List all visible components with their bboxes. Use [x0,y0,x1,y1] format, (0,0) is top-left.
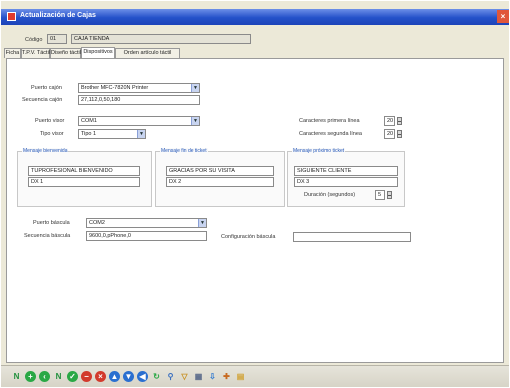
folder-icon[interactable]: ▤ [235,371,246,382]
new-record-icon[interactable]: + [25,371,36,382]
previous-record-icon[interactable]: ‹ [39,371,50,382]
chars-line2-field[interactable]: 20 [384,129,395,139]
first-record-icon[interactable]: N [11,371,22,382]
app-icon [7,12,16,21]
chars-line1-label: Caracteres primera línea [299,118,360,124]
chars-line2-stepper[interactable] [397,130,402,138]
drawer-port-value: Brother MFC-7820N Printer [81,85,149,91]
tab-tpv-tactil[interactable]: T.P.V. Táctil [21,48,50,58]
tab-ficha[interactable]: Ficha [4,48,21,58]
chevron-down-icon[interactable]: ▼ [198,219,206,227]
duration-field[interactable]: 5 [375,190,385,200]
scale-sequence-label: Secuencia báscula [24,233,71,239]
devices-panel: Puerto cajón Brother MFC-7820N Printer ▼… [6,58,504,363]
welcome-message-title: Mensaje bienvenida [22,148,69,154]
close-button[interactable]: × [497,10,509,23]
display-type-label: Tipo visor [40,131,64,137]
drawer-port-label: Puerto cajón [31,85,62,91]
display-port-label: Puerto visor [35,118,65,124]
drawer-sequence-field[interactable]: 27,112,0,50,180 [78,95,200,105]
duration-label: Duración (segundos) [304,192,356,198]
end-ticket-message-group: Mensaje fin de ticket GRACIAS POR SU VIS… [155,148,285,207]
record-toolbar: N + ‹ N ✓ − × ▲ ▼ ◀ ↻ ⚲ ▽ ▦ ⇩ ✚ ▤ [1,365,509,387]
welcome-line2-field[interactable]: DX 1 [28,177,140,187]
main-window: Actualización de Cajas × Código 01 CAJA … [1,1,509,387]
code-field[interactable]: 01 [47,34,67,44]
chevron-down-icon[interactable]: ▼ [191,117,199,125]
search-icon[interactable]: ⚲ [165,371,176,382]
scale-port-combo[interactable]: COM2 ▼ [86,218,207,228]
display-port-value: COM1 [81,118,97,124]
tab-diseno-tactil[interactable]: Diseño táctil [50,48,81,58]
back-icon[interactable]: ◀ [137,371,148,382]
delete-icon[interactable]: − [81,371,92,382]
display-type-combo[interactable]: Tipo 1 ▼ [78,129,146,139]
code-label: Código [25,37,43,43]
chars-line1-field[interactable]: 20 [384,116,395,126]
drawer-sequence-label: Secuencia cajón [22,97,63,103]
drawer-port-combo[interactable]: Brother MFC-7820N Printer ▼ [78,83,200,93]
chevron-down-icon[interactable]: ▼ [191,84,199,92]
end-ticket-message-title: Mensaje fin de ticket [160,148,208,154]
next-ticket-line1-field[interactable]: SIGUIENTE CLIENTE [294,166,398,176]
welcome-message-group: Mensaje bienvenida TUPROFESIONAL BIENVEN… [17,148,152,207]
window-title: Actualización de Cajas [20,12,96,19]
scale-port-value: COM2 [89,220,105,226]
refresh-icon[interactable]: ↻ [151,371,162,382]
display-type-value: Tipo 1 [81,131,97,137]
tab-orden-articulo-tactil[interactable]: Orden artículo táctil [115,48,180,58]
scale-sequence-field[interactable]: 9600,0,pPhone,0 [86,231,207,241]
down-icon[interactable]: ▼ [123,371,134,382]
filter-icon[interactable]: ▽ [179,371,190,382]
print-icon[interactable]: ▦ [193,371,204,382]
next-ticket-message-group: Mensaje próximo ticket SIGUIENTE CLIENTE… [287,148,405,207]
name-field[interactable]: CAJA TIENDA [71,34,251,44]
up-icon[interactable]: ▲ [109,371,120,382]
chevron-down-icon[interactable]: ▼ [137,130,145,138]
welcome-line1-field[interactable]: TUPROFESIONAL BIENVENIDO [28,166,140,176]
save-icon[interactable]: ✓ [67,371,78,382]
duration-stepper[interactable] [387,191,392,199]
next-ticket-line2-field[interactable]: DX 3 [294,177,398,187]
next-record-icon[interactable]: N [53,371,64,382]
cancel-icon[interactable]: × [95,371,106,382]
end-ticket-line1-field[interactable]: GRACIAS POR SU VISITA [166,166,274,176]
chars-line1-stepper[interactable] [397,117,402,125]
export-icon[interactable]: ⇩ [207,371,218,382]
next-ticket-message-title: Mensaje próximo ticket [292,148,346,154]
chars-line2-label: Caracteres segunda línea [299,131,362,137]
end-ticket-line2-field[interactable]: DX 2 [166,177,274,187]
title-bar[interactable]: Actualización de Cajas × [1,9,509,25]
tools-icon[interactable]: ✚ [221,371,232,382]
scale-port-label: Puerto báscula [33,220,70,226]
display-port-combo[interactable]: COM1 ▼ [78,116,200,126]
scale-config-label: Configuración báscula [221,234,276,240]
scale-config-field[interactable] [293,232,411,242]
